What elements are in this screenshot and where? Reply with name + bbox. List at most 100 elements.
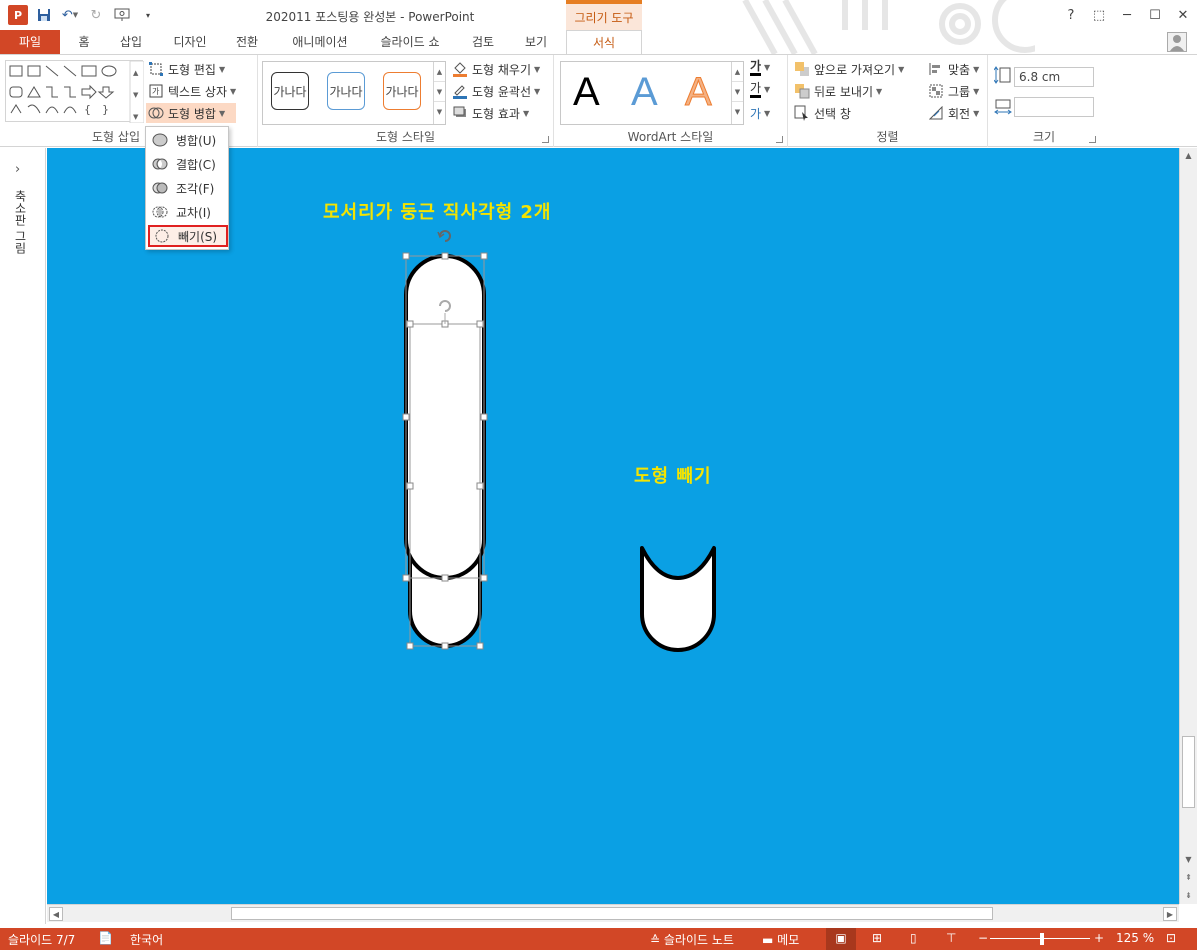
rotate-button[interactable]: 회전 ▼ — [928, 103, 979, 123]
group-arrange: 앞으로 가져오기 ▼ 뒤로 보내기 ▼ 선택 창 맞춤 ▼ 그룹 ▼ 회전 ▼ 정렬 — [788, 55, 988, 147]
edit-shape-icon — [148, 61, 164, 77]
status-bar: 슬라이드 7/7 📄 한국어 ≙ 슬라이드 노트 ▬ 메모 ▣ ⊞ ▯ ⊤ − … — [0, 928, 1197, 950]
next-slide-icon[interactable]: ⇟ — [1180, 888, 1197, 904]
menu-item-intersect[interactable]: 교차(I) — [148, 201, 228, 223]
shape-styles-launcher-icon[interactable] — [542, 136, 549, 143]
wordart-gallery[interactable]: A A A ▲ ▼ ▼ — [560, 61, 744, 125]
tab-animations[interactable]: 애니메이션 — [278, 30, 362, 54]
wordart-style-2[interactable]: A — [631, 70, 658, 115]
merge-shapes-button[interactable]: 도형 병합 ▼ — [146, 103, 236, 123]
reading-view-icon[interactable]: ▯ — [910, 931, 917, 945]
fit-slide-icon[interactable]: ⊡ — [1166, 931, 1176, 945]
tab-slideshow[interactable]: 슬라이드 쇼 — [370, 30, 450, 54]
text-box-button[interactable]: 가 텍스트 상자 ▼ — [148, 81, 236, 101]
vertical-scroll-thumb[interactable] — [1182, 736, 1195, 808]
slide-sorter-view-icon[interactable]: ⊞ — [872, 931, 882, 945]
slide-canvas[interactable]: 모서리가 둥근 직사각형 2개 도형 빼기 — [47, 148, 1179, 904]
shape-height-input[interactable]: 6.8 cm — [1014, 67, 1094, 87]
horizontal-scroll-thumb[interactable] — [231, 907, 993, 920]
menu-item-union[interactable]: 병합(U) — [148, 129, 228, 151]
align-button[interactable]: 맞춤 ▼ — [928, 59, 979, 79]
shape-fill-button[interactable]: 도형 채우기 ▼ — [452, 59, 540, 79]
group-button[interactable]: 그룹 ▼ — [928, 81, 979, 101]
shape-style-gallery[interactable]: 가나다 가나다 가나다 ▲ ▼ ▼ — [262, 61, 446, 125]
menu-item-combine[interactable]: 결합(C) — [148, 153, 228, 175]
language-indicator[interactable]: 한국어 — [130, 931, 163, 948]
normal-view-icon[interactable]: ▣ — [826, 928, 856, 950]
text-outline-button[interactable]: 가 ▼ — [750, 79, 770, 99]
wordart-launcher-icon[interactable] — [776, 136, 783, 143]
vertical-scrollbar[interactable]: ▲ ▼ ⇞ ⇟ — [1179, 148, 1197, 904]
scroll-right-icon[interactable]: ▶ — [1163, 907, 1177, 921]
text-fill-button[interactable]: 가 ▼ — [750, 57, 770, 77]
menu-item-subtract[interactable]: 빼기(S) — [148, 225, 228, 247]
bring-forward-button[interactable]: 앞으로 가져오기 ▼ — [794, 59, 904, 79]
selection-pane-label: 선택 창 — [814, 106, 851, 121]
wordart-style-3[interactable]: A — [685, 70, 713, 115]
edit-shape-button[interactable]: 도형 편집 ▼ — [148, 59, 225, 79]
group-arrange-label: 정렬 — [876, 130, 899, 144]
wordart-style-1[interactable]: A — [573, 70, 600, 115]
shape-width-input[interactable] — [1014, 97, 1094, 117]
tab-view[interactable]: 보기 — [514, 30, 558, 54]
ribbon-tabs: 파일 홈 삽입 디자인 전환 애니메이션 슬라이드 쇼 검토 보기 서식 — [0, 30, 1197, 54]
tab-home[interactable]: 홈 — [66, 30, 102, 54]
shape-outline-button[interactable]: 도형 윤곽선 ▼ — [452, 81, 540, 101]
shape-style-gallery-scroll[interactable]: ▲ ▼ ▼ — [433, 62, 445, 124]
group-wordart-label: WordArt 스타일 — [627, 130, 714, 144]
scroll-left-icon[interactable]: ◀ — [49, 907, 63, 921]
scroll-up-icon[interactable]: ▲ — [1180, 148, 1197, 164]
notes-button[interactable]: ≙ 슬라이드 노트 — [650, 931, 734, 948]
comments-button[interactable]: ▬ 메모 — [762, 931, 799, 948]
shape-gallery[interactable]: { } ▲ ▼ ▼ — [5, 60, 145, 124]
menu-item-combine-label: 결합(C) — [176, 157, 216, 172]
close-button[interactable]: ✕ — [1169, 0, 1197, 30]
pencil-icon — [452, 83, 468, 99]
group-wordart: A A A ▲ ▼ ▼ 가 ▼ 가 ▼ 가 ▼ WordArt 스타일 — [554, 55, 788, 147]
wordart-gallery-scroll[interactable]: ▲ ▼ ▼ — [731, 62, 743, 124]
help-button[interactable]: ? — [1057, 0, 1085, 30]
shape-effects-icon — [452, 105, 468, 121]
slideshow-view-icon[interactable]: ⊤ — [946, 931, 956, 945]
edit-shape-label: 도형 편집 — [168, 62, 216, 77]
scroll-down-icon[interactable]: ▼ — [1180, 852, 1197, 868]
rounded-rectangle-upper[interactable] — [404, 254, 486, 580]
svg-text:가: 가 — [152, 87, 160, 96]
thumbnail-pane-label[interactable]: 축소판 그림 — [12, 190, 29, 254]
user-avatar[interactable] — [1167, 32, 1187, 52]
shape-style-thumb-2[interactable]: 가나다 — [327, 72, 365, 110]
horizontal-scrollbar[interactable]: ◀ ▶ — [47, 904, 1179, 922]
tab-transitions[interactable]: 전환 — [226, 30, 268, 54]
shape-effects-label: 도형 효과 — [472, 106, 520, 121]
spell-check-icon[interactable]: 📄 — [98, 931, 113, 945]
tab-insert[interactable]: 삽입 — [110, 30, 152, 54]
tab-review[interactable]: 검토 — [462, 30, 504, 54]
maximize-button[interactable]: ☐ — [1141, 0, 1169, 30]
shape-style-thumb-1[interactable]: 가나다 — [271, 72, 309, 110]
bring-forward-icon — [794, 61, 810, 77]
previous-slide-icon[interactable]: ⇞ — [1180, 870, 1197, 886]
slide-number[interactable]: 슬라이드 7/7 — [8, 931, 75, 948]
tab-file[interactable]: 파일 — [0, 30, 60, 54]
svg-text:}: } — [102, 103, 109, 116]
zoom-in-icon[interactable]: + — [1094, 931, 1104, 945]
zoom-level[interactable]: 125 % — [1116, 931, 1154, 945]
slide-shapes — [402, 230, 716, 652]
zoom-out-icon[interactable]: − — [978, 931, 988, 945]
selection-pane-button[interactable]: 선택 창 — [794, 103, 851, 123]
ribbon-display-options-button[interactable]: ⬚ — [1085, 0, 1113, 30]
rotate-handle-icon[interactable] — [437, 230, 451, 242]
subtracted-shape-result[interactable] — [640, 546, 716, 652]
tab-design[interactable]: 디자인 — [162, 30, 218, 54]
text-effects-button[interactable]: 가 ▼ — [750, 103, 770, 123]
size-launcher-icon[interactable] — [1089, 136, 1096, 143]
svg-text:▼: ▼ — [133, 113, 139, 121]
zoom-slider-thumb[interactable] — [1040, 933, 1044, 945]
send-backward-button[interactable]: 뒤로 보내기 ▼ — [794, 81, 882, 101]
shape-style-thumb-3[interactable]: 가나다 — [383, 72, 421, 110]
menu-item-fragment[interactable]: 조각(F) — [148, 177, 228, 199]
expand-pane-icon[interactable]: › — [15, 162, 20, 177]
shape-effects-button[interactable]: 도형 효과 ▼ — [452, 103, 529, 123]
tab-format[interactable]: 서식 — [566, 30, 642, 54]
minimize-button[interactable]: ─ — [1113, 0, 1141, 30]
